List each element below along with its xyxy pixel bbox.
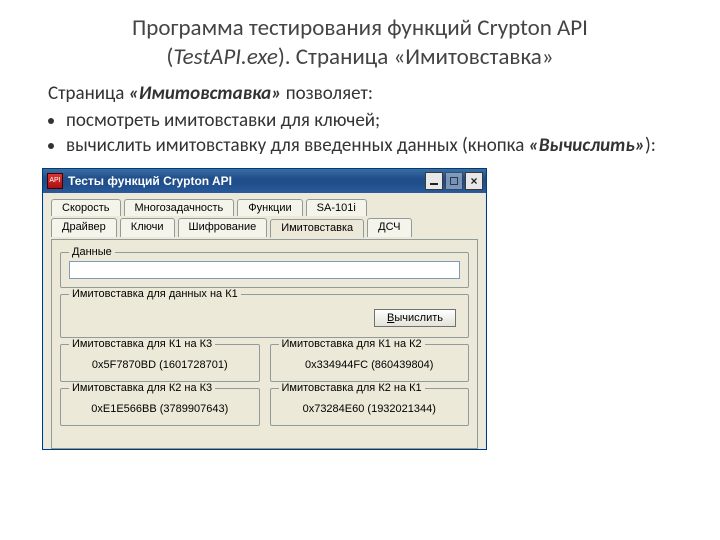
value-k1-on-k3: 0x5F7870BD (1601728701)	[69, 353, 251, 373]
tab-multitask[interactable]: Многозадачность	[124, 199, 235, 216]
tab-encrypt[interactable]: Шифрование	[178, 218, 268, 237]
slide-title-exe: TestAPI.exe	[173, 43, 277, 71]
value-k2-on-k1: 0x73284E60 (1932021344)	[279, 397, 461, 417]
tab-imitovstavka[interactable]: Имитовставка	[270, 219, 364, 238]
tab-sa101i[interactable]: SA-101i	[306, 199, 367, 216]
app-icon: API	[47, 173, 63, 189]
intro-line: Страница «Имитовставка» позволяет:	[48, 82, 672, 105]
group-k2-on-k3-label: Имитовставка для К2 на К3	[69, 382, 215, 394]
group-k2-on-k1: Имитовставка для К2 на К1 0x73284E60 (19…	[270, 388, 470, 426]
group-k2-on-k1-label: Имитовставка для К2 на К1	[279, 382, 425, 394]
window-title: Тесты функций Crypton API	[68, 174, 425, 188]
titlebar[interactable]: API Тесты функций Crypton API ×	[43, 169, 486, 193]
tab-rng[interactable]: ДСЧ	[367, 218, 411, 237]
app-window: API Тесты функций Crypton API × Скорость…	[42, 168, 487, 450]
group-imito-k1-label: Имитовставка для данных на К1	[69, 288, 241, 300]
tabcontrol: Скорость Многозадачность Функции SA-101i…	[51, 199, 478, 449]
group-k1-on-k3-label: Имитовставка для К1 на К3	[69, 338, 215, 350]
tab-keys[interactable]: Ключи	[120, 218, 175, 237]
group-k1-on-k2-label: Имитовставка для К1 на К2	[279, 338, 425, 350]
minimize-button[interactable]	[425, 172, 443, 190]
group-k1-on-k2: Имитовставка для К1 на К2 0x334944FC (86…	[270, 344, 470, 382]
close-button[interactable]: ×	[465, 172, 483, 190]
slide-title-line1: Программа тестирования функций Crypton A…	[132, 14, 588, 42]
value-k1-on-k2: 0x334944FC (860439804)	[279, 353, 461, 373]
group-data: Данные	[60, 252, 469, 288]
value-k2-on-k3: 0xE1E566BB (3789907643)	[69, 397, 251, 417]
bullet-list: посмотреть имитовставки для ключей; вычи…	[66, 109, 672, 159]
group-data-label: Данные	[69, 246, 115, 258]
bullet-2: вычислить имитовставку для введенных дан…	[66, 134, 672, 158]
calc-button[interactable]: Вычислить	[374, 309, 456, 327]
tabpage-imitovstavka: Данные Имитовставка для данных на К1 Выч…	[51, 239, 478, 449]
bullet-1: посмотреть имитовставки для ключей;	[66, 109, 672, 133]
tab-functions[interactable]: Функции	[237, 199, 302, 216]
data-input[interactable]	[69, 261, 460, 279]
tab-speed[interactable]: Скорость	[51, 199, 121, 216]
group-k1-on-k3: Имитовставка для К1 на К3 0x5F7870BD (16…	[60, 344, 260, 382]
maximize-button[interactable]	[445, 172, 463, 190]
group-k2-on-k3: Имитовставка для К2 на К3 0xE1E566BB (37…	[60, 388, 260, 426]
slide-title: Программа тестирования функций Crypton A…	[48, 14, 672, 72]
group-imito-k1: Имитовставка для данных на К1 Вычислить	[60, 294, 469, 338]
tab-driver[interactable]: Драйвер	[51, 218, 117, 237]
